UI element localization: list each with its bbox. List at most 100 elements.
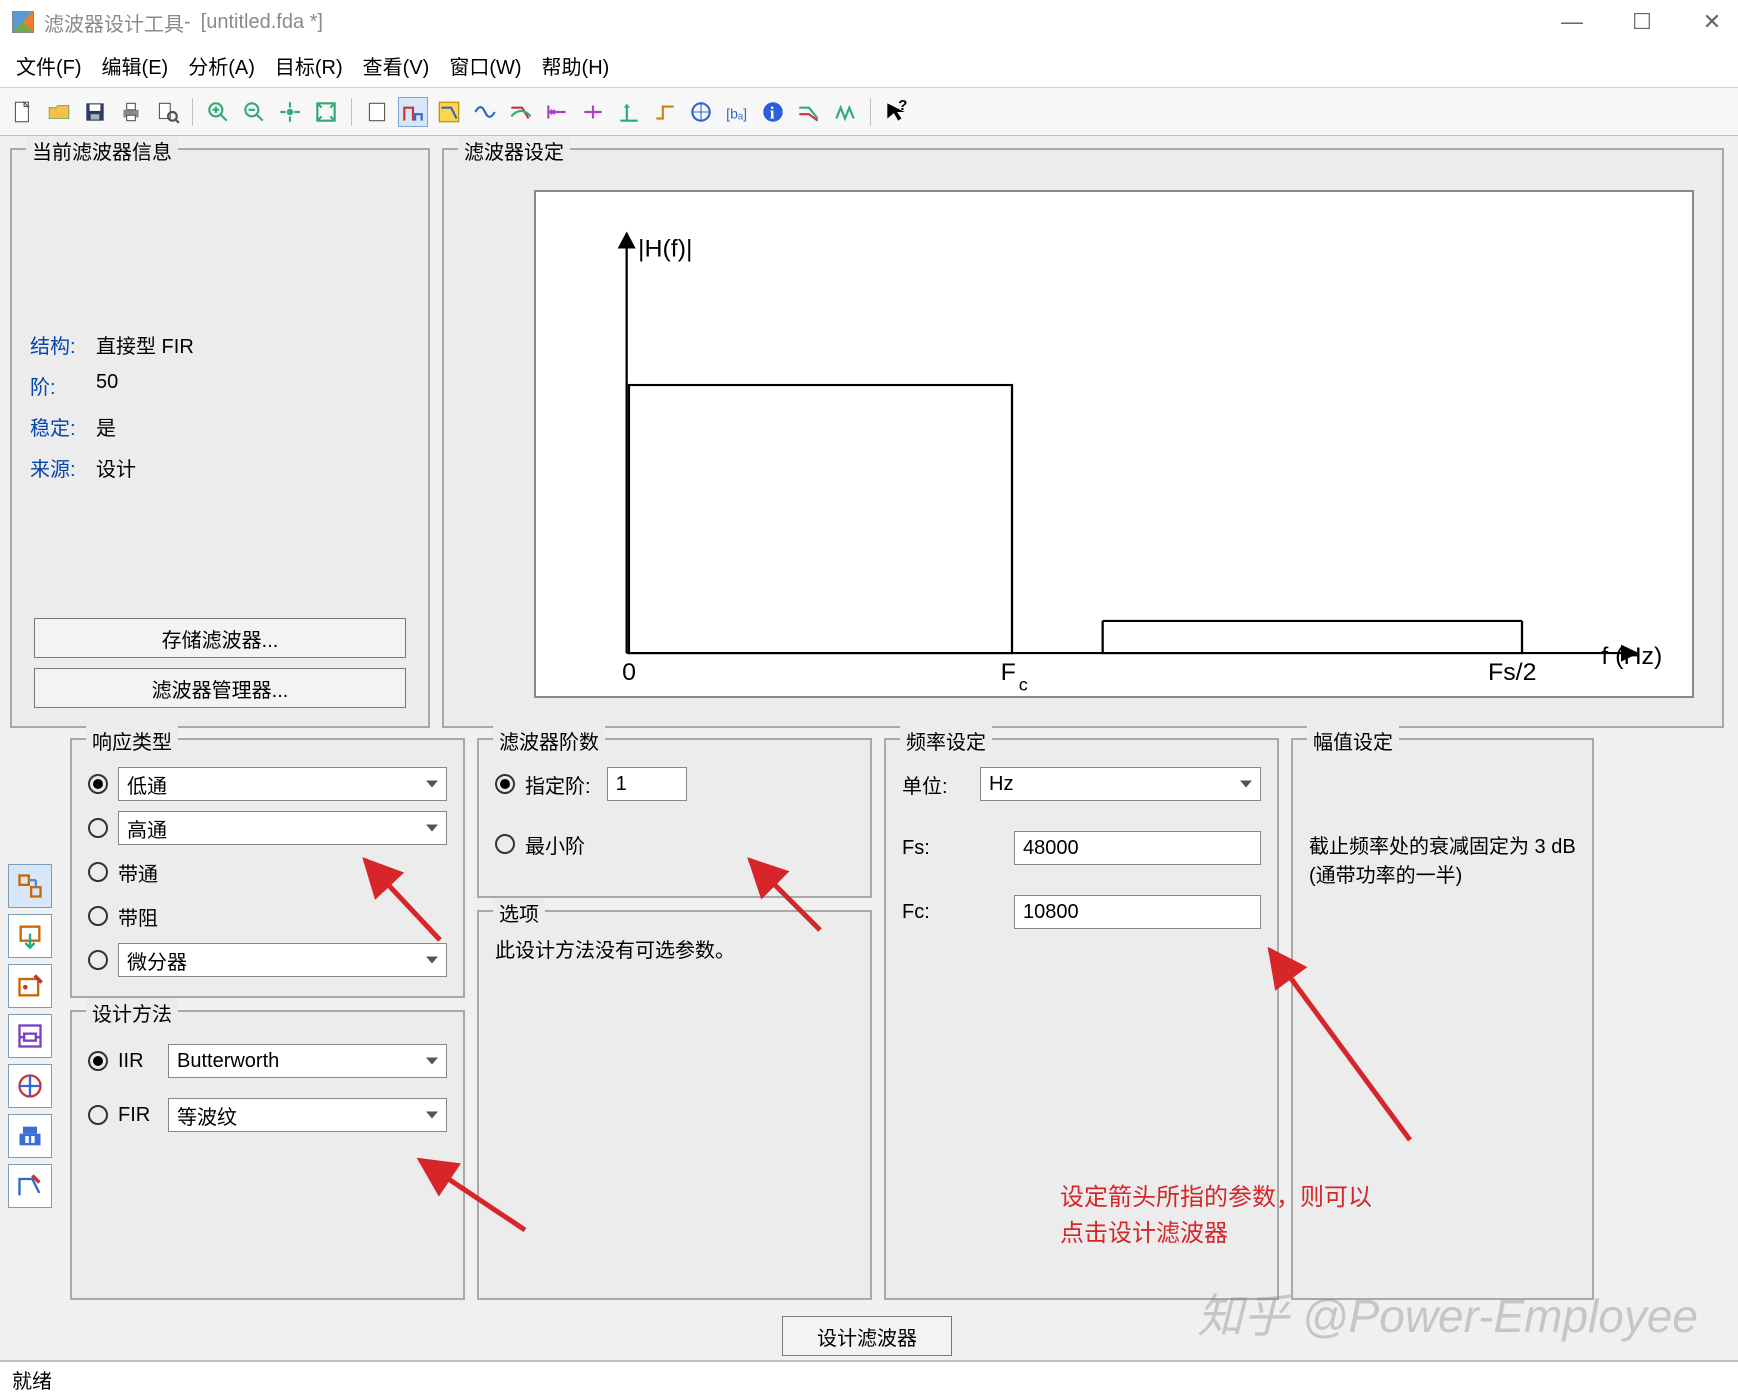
- print-preview-icon[interactable]: [152, 97, 182, 127]
- order-legend: 滤波器阶数: [493, 726, 605, 755]
- magnitude-icon[interactable]: [434, 97, 464, 127]
- mag-legend: 幅值设定: [1307, 726, 1399, 755]
- zoom-in-icon[interactable]: [203, 97, 233, 127]
- close-button[interactable]: ✕: [1698, 9, 1726, 35]
- group-delay-icon[interactable]: [542, 97, 572, 127]
- radio-diff[interactable]: [88, 950, 108, 970]
- current-filter-info-panel: 当前滤波器信息 结构:直接型 FIR 阶:50 稳定:是 来源:设计 存储滤波器…: [10, 148, 430, 728]
- menu-help[interactable]: 帮助(H): [538, 49, 614, 82]
- mag-text2: (通带功率的一半): [1309, 859, 1576, 888]
- label-min-order: 最小阶: [525, 830, 585, 859]
- label-fs: Fs:: [902, 837, 970, 860]
- menu-window[interactable]: 窗口(W): [445, 49, 525, 82]
- radio-fir[interactable]: [88, 1105, 108, 1125]
- side-multirate-icon[interactable]: [8, 1064, 52, 1108]
- label-fir: FIR: [118, 1104, 158, 1127]
- titlebar: 滤波器设计工具 - [untitled.fda *] — ☐ ✕: [0, 0, 1738, 44]
- side-import-icon[interactable]: [8, 914, 52, 958]
- dropdown-diff[interactable]: 微分器: [118, 943, 447, 977]
- input-fc[interactable]: 10800: [1014, 895, 1261, 929]
- step-icon[interactable]: [650, 97, 680, 127]
- page-icon[interactable]: [362, 97, 392, 127]
- dropdown-iir[interactable]: Butterworth: [168, 1044, 447, 1078]
- overlay-a-icon[interactable]: [794, 97, 824, 127]
- dropdown-highpass[interactable]: 高通: [118, 811, 447, 845]
- maximize-button[interactable]: ☐: [1628, 9, 1656, 35]
- side-design-icon[interactable]: [8, 864, 52, 908]
- radio-lowpass[interactable]: [88, 774, 108, 794]
- label-iir: IIR: [118, 1050, 158, 1073]
- options-legend: 选项: [493, 898, 545, 927]
- dropdown-fir[interactable]: 等波纹: [168, 1098, 447, 1132]
- coeff-icon[interactable]: [bₐ]: [722, 97, 752, 127]
- overlay-b-icon[interactable]: [830, 97, 860, 127]
- statusbar: 就绪: [0, 1360, 1738, 1396]
- filter-order-panel: 滤波器阶数 指定阶:1 最小阶: [477, 738, 872, 898]
- filter-spec-panel: 滤波器设定: [442, 148, 1724, 728]
- label-fc: Fc:: [902, 901, 970, 924]
- zoom-out-icon[interactable]: [239, 97, 269, 127]
- input-order[interactable]: 1: [607, 767, 687, 801]
- info-label-structure: 结构:: [30, 330, 82, 359]
- info-value-structure: 直接型 FIR: [96, 330, 194, 359]
- menu-analysis[interactable]: 分析(A): [184, 49, 259, 82]
- open-icon[interactable]: [44, 97, 74, 127]
- side-cic-icon[interactable]: [8, 1114, 52, 1158]
- menu-file[interactable]: 文件(F): [12, 49, 86, 82]
- save-icon[interactable]: [80, 97, 110, 127]
- design-method-panel: 设计方法 IIRButterworth FIR等波纹: [70, 1010, 465, 1300]
- radio-min-order[interactable]: [495, 834, 515, 854]
- whats-this-icon[interactable]: ?: [881, 97, 911, 127]
- response-type-panel: 响应类型 低通 高通 带通 带阻 微分器: [70, 738, 465, 998]
- info-value-order: 50: [96, 371, 118, 400]
- freq-legend: 频率设定: [900, 726, 992, 755]
- info-label-source: 来源:: [30, 453, 82, 482]
- menu-edit[interactable]: 编辑(E): [98, 49, 173, 82]
- svg-text:Fs/2: Fs/2: [1488, 660, 1536, 686]
- svg-text:?: ?: [898, 99, 907, 114]
- radio-iir[interactable]: [88, 1051, 108, 1071]
- info-label-order: 阶:: [30, 371, 82, 400]
- label-specify-order: 指定阶:: [525, 770, 591, 799]
- method-legend: 设计方法: [86, 998, 178, 1027]
- dropdown-lowpass[interactable]: 低通: [118, 767, 447, 801]
- mag-phase-icon[interactable]: [506, 97, 536, 127]
- store-filter-button[interactable]: 存储滤波器...: [34, 618, 406, 658]
- radio-bandstop[interactable]: [88, 906, 108, 926]
- menu-view[interactable]: 查看(V): [359, 49, 434, 82]
- label-bandstop: 带阻: [118, 902, 158, 931]
- input-fs[interactable]: 48000: [1014, 831, 1261, 865]
- info-legend: 当前滤波器信息: [26, 136, 178, 165]
- impulse-icon[interactable]: [614, 97, 644, 127]
- label-unit: 单位:: [902, 770, 970, 799]
- menu-targets[interactable]: 目标(R): [271, 49, 347, 82]
- radio-specify-order[interactable]: [495, 774, 515, 794]
- side-toolbar: [8, 864, 54, 1208]
- svg-text:i: i: [770, 103, 775, 122]
- side-polezero-icon[interactable]: [8, 964, 52, 1008]
- design-filter-button[interactable]: 设计滤波器: [782, 1316, 952, 1356]
- minimize-button[interactable]: —: [1558, 9, 1586, 35]
- svg-text:F: F: [1001, 660, 1016, 686]
- phase-icon[interactable]: [470, 97, 500, 127]
- pan-icon[interactable]: [275, 97, 305, 127]
- radio-bandpass[interactable]: [88, 862, 108, 882]
- radio-highpass[interactable]: [88, 818, 108, 838]
- spec-view-icon[interactable]: [398, 97, 428, 127]
- print-icon[interactable]: [116, 97, 146, 127]
- phase-delay-icon[interactable]: [578, 97, 608, 127]
- dropdown-unit[interactable]: Hz: [980, 767, 1261, 801]
- filter-manager-button[interactable]: 滤波器管理器...: [34, 668, 406, 708]
- label-bandpass: 带通: [118, 858, 158, 887]
- new-icon[interactable]: [8, 97, 38, 127]
- app-title: 滤波器设计工具: [44, 8, 184, 37]
- info-label-stable: 稳定:: [30, 412, 82, 441]
- fit-icon[interactable]: [311, 97, 341, 127]
- pole-zero-icon[interactable]: [686, 97, 716, 127]
- spec-legend: 滤波器设定: [458, 136, 570, 165]
- info-icon[interactable]: i: [758, 97, 788, 127]
- options-panel: 选项 此设计方法没有可选参数。: [477, 910, 872, 1300]
- side-quantize-icon[interactable]: [8, 1164, 52, 1208]
- options-text: 此设计方法没有可选参数。: [495, 940, 735, 962]
- side-realize-icon[interactable]: [8, 1014, 52, 1058]
